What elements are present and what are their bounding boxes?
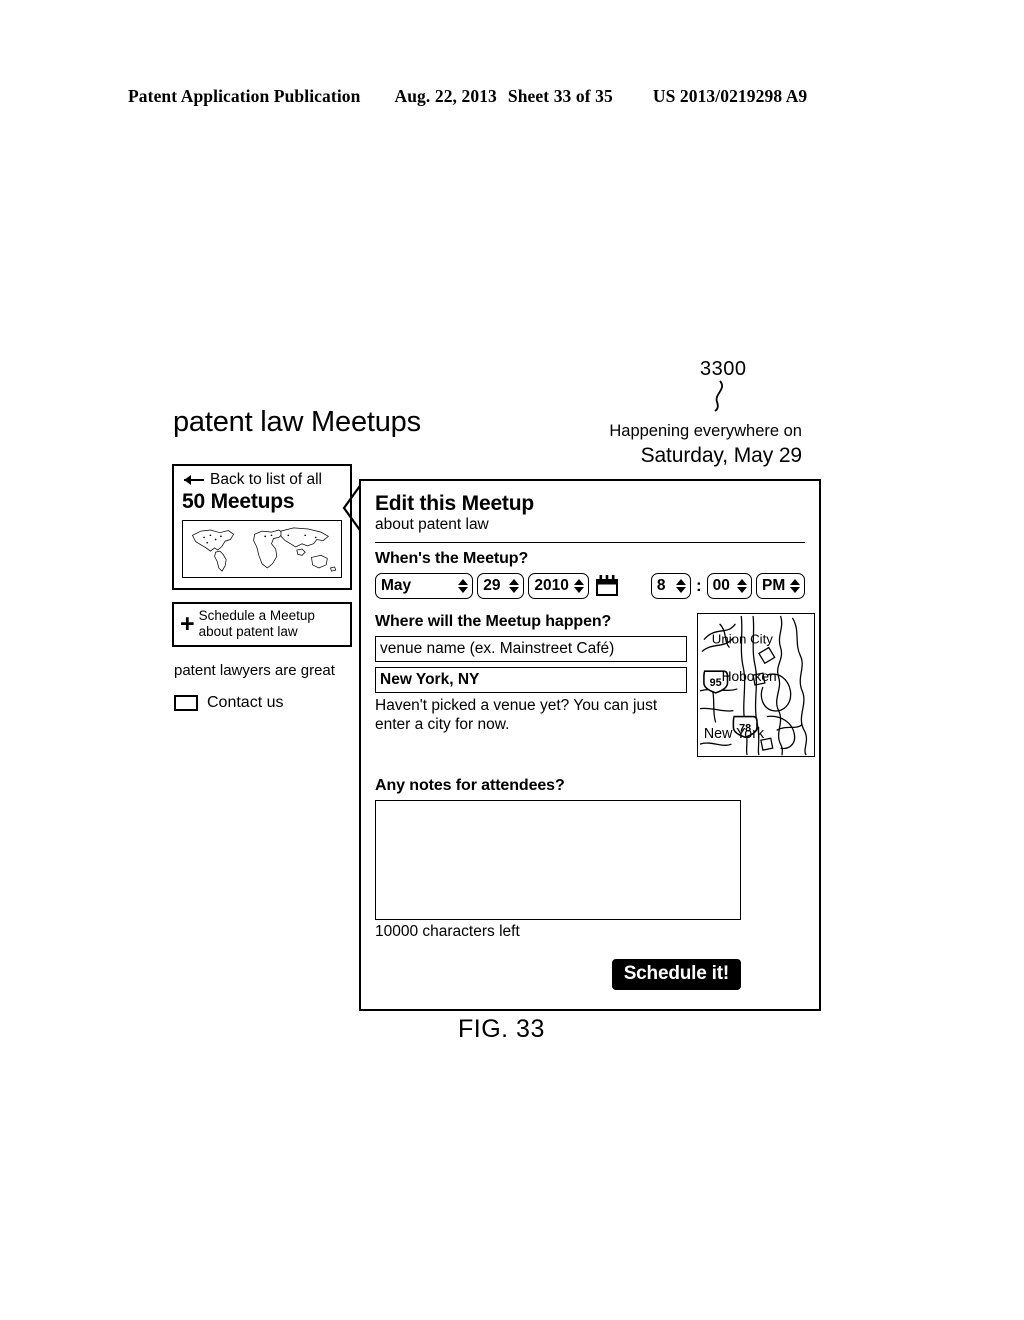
minute-stepper[interactable]: 00 (706, 573, 752, 600)
plus-icon: + (180, 610, 195, 639)
sidebar-tagline: patent lawyers are great (174, 662, 335, 680)
day-stepper-arrows[interactable] (509, 579, 520, 594)
day-value: 29 (483, 577, 501, 595)
edit-meetup-panel: Edit this Meetup about patent law When's… (359, 479, 821, 1011)
figure-caption: FIG. 33 (458, 1015, 545, 1043)
world-map-icon (182, 520, 342, 578)
month-value: May (381, 577, 412, 595)
happening-banner: Happening everywhere on Saturday, May 29 (540, 420, 802, 470)
map-label-hoboken: Hoboken (722, 669, 777, 684)
meridiem-stepper[interactable]: PM (756, 573, 805, 600)
chevron-up-icon[interactable] (573, 579, 584, 586)
submit-row: Schedule it! (375, 959, 741, 991)
happening-line1: Happening everywhere on (609, 422, 802, 440)
happening-date: Saturday, May 29 (640, 444, 803, 468)
minute-value: 00 (712, 577, 730, 595)
chevron-down-icon[interactable] (790, 587, 801, 594)
panel-divider (375, 542, 805, 544)
page-title: patent law Meetups (173, 406, 421, 438)
chevron-down-icon[interactable] (458, 587, 469, 594)
venue-name-input[interactable]: venue name (ex. Mainstreet Café) (375, 636, 687, 663)
characters-left-label: 10000 characters left (375, 923, 520, 941)
where-hint-text: Haven't picked a venue yet? You can just… (375, 697, 658, 733)
day-stepper[interactable]: 29 (477, 573, 525, 600)
hour-stepper-arrows[interactable] (675, 579, 686, 594)
calendar-icon[interactable] (595, 574, 619, 598)
chevron-up-icon[interactable] (790, 579, 801, 586)
chevron-down-icon[interactable] (675, 587, 686, 594)
time-separator: : (695, 576, 702, 596)
chevron-down-icon[interactable] (737, 587, 747, 594)
hour-stepper[interactable]: 8 (650, 573, 691, 600)
where-section: Where will the Meetup happen? venue name… (375, 613, 815, 758)
meridiem-value: PM (762, 577, 786, 595)
sidebar-back-panel[interactable]: Back to list of all 50 Meetups (172, 464, 352, 590)
chevron-up-icon[interactable] (458, 579, 469, 586)
sidebar: Back to list of all 50 Meetups + Schedul… (172, 464, 352, 712)
when-question-label: When's the Meetup? (375, 550, 529, 568)
year-stepper[interactable]: 2010 (528, 573, 589, 600)
reference-numeral-3300: 3300 (700, 358, 747, 380)
minute-stepper-arrows[interactable] (737, 579, 747, 594)
where-question-label: Where will the Meetup happen? (375, 613, 612, 631)
patent-publication-label: Patent Application Publication (128, 86, 361, 106)
hour-value: 8 (656, 577, 666, 595)
date-time-row: May 29 2010 8: 00 PM (375, 573, 805, 600)
schedule-meetup-label: Schedule a Meetup about patent law (198, 608, 315, 640)
map-label-union-city: Union City (712, 632, 774, 647)
contact-us-link[interactable]: Contact us (172, 694, 352, 712)
meetup-count-label: 50 Meetups (182, 490, 295, 513)
month-stepper-arrows[interactable] (458, 579, 469, 594)
notes-question-label: Any notes for attendees? (375, 777, 565, 795)
chevron-up-icon[interactable] (675, 579, 686, 586)
panel-subtitle: about patent law (375, 516, 489, 534)
patent-number-label: US 2013/0219298 A9 (652, 86, 808, 106)
contact-us-label: Contact us (207, 694, 284, 712)
envelope-icon (174, 695, 198, 712)
chevron-down-icon[interactable] (573, 587, 584, 594)
back-to-list-link[interactable]: Back to list of all (174, 471, 350, 489)
svg-text:95: 95 (710, 677, 722, 689)
chevron-up-icon[interactable] (509, 579, 520, 586)
reference-leader-line (714, 380, 723, 412)
patent-date-label: Aug. 22, 2013 (394, 86, 497, 106)
patent-header: Patent Application Publication Aug. 22, … (128, 86, 896, 107)
panel-title: Edit this Meetup (375, 492, 534, 515)
year-stepper-arrows[interactable] (573, 579, 584, 594)
arrow-left-icon (184, 475, 204, 485)
year-value: 2010 (534, 577, 569, 595)
meridiem-stepper-arrows[interactable] (790, 579, 801, 594)
map-label-new-york: New York (704, 726, 765, 742)
notes-textarea[interactable] (375, 800, 741, 921)
location-map-icon[interactable]: 95 78 Union City Hoboken New York (697, 613, 815, 758)
back-to-list-label: Back to list of all (210, 471, 322, 488)
schedule-it-button[interactable]: Schedule it! (611, 959, 741, 991)
chevron-down-icon[interactable] (509, 587, 520, 594)
city-input[interactable]: New York, NY (375, 667, 687, 694)
month-stepper[interactable]: May (375, 573, 474, 600)
schedule-meetup-button[interactable]: + Schedule a Meetup about patent law (172, 602, 352, 648)
patent-sheet-label: Sheet 33 of 35 (507, 86, 613, 106)
chevron-up-icon[interactable] (737, 579, 747, 586)
